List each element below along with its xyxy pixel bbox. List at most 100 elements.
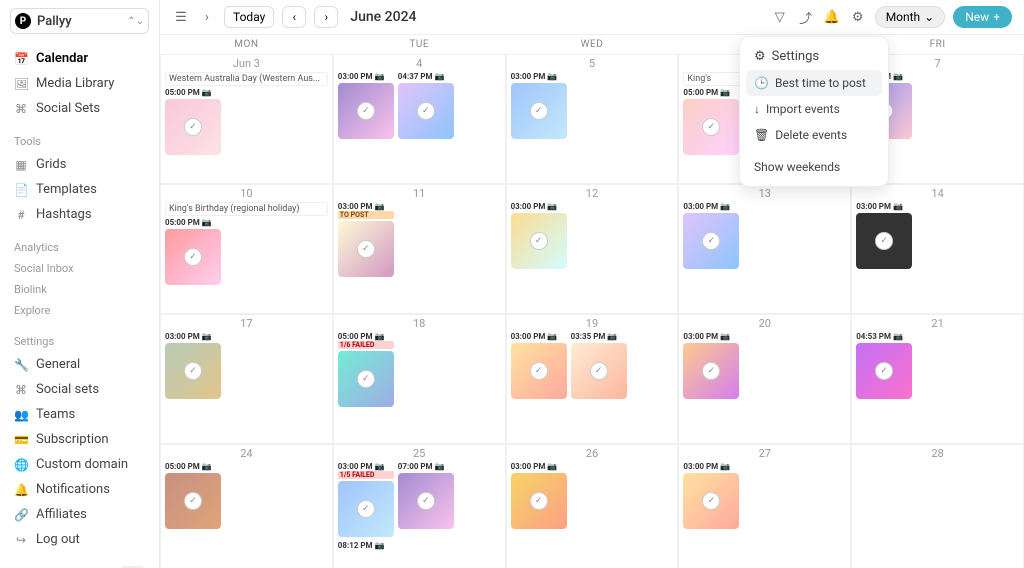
scheduled-post[interactable]: 03:35 PM📷 xyxy=(571,332,627,399)
instagram-icon: 📷 xyxy=(547,72,557,81)
calendar-cell[interactable]: 403:00 PM📷04:37 PM📷 xyxy=(333,54,506,184)
sidebar-item-label: Biolink xyxy=(14,283,47,296)
workspace-switcher[interactable]: P Pallyy ⌃⌄ xyxy=(10,8,149,34)
popover-item-icon: 🕒 xyxy=(754,76,769,90)
sidebar: P Pallyy ⌃⌄ 📅Calendar🖼Media Library⌘Soci… xyxy=(0,0,160,568)
scheduled-post[interactable]: 05:00 PM📷 xyxy=(683,88,739,155)
calendar-cell[interactable]: 2104:53 PM📷 xyxy=(851,314,1024,444)
calendar-grid: Jun 3Western Australia Day (Western Aus.… xyxy=(160,54,1024,568)
scheduled-post[interactable]: 03:00 PM📷 xyxy=(511,462,567,529)
sidebar-item-affiliates[interactable]: 🔗Affiliates xyxy=(10,502,149,527)
today-button[interactable]: Today xyxy=(224,6,274,28)
sidebar-item-social-sets[interactable]: ⌘Social sets xyxy=(10,377,149,402)
gear-icon[interactable]: ⚙ xyxy=(849,10,867,25)
popover-show-weekends[interactable]: Show weekends xyxy=(746,154,882,180)
sidebar-toggle-icon[interactable]: ☰ xyxy=(172,10,190,25)
subscription-icon: 💳 xyxy=(14,433,28,447)
scheduled-post[interactable]: 03:00 PM📷 xyxy=(856,202,912,269)
sidebar-item-grids[interactable]: ▦Grids xyxy=(10,152,149,177)
scheduled-post[interactable]: 04:53 PM📷 xyxy=(856,332,912,399)
share-icon[interactable]: ⤴ xyxy=(797,8,815,27)
view-switcher[interactable]: Month⌄ xyxy=(875,6,946,28)
post-thumbnail xyxy=(571,343,627,399)
sidebar-item-analytics[interactable]: Analytics xyxy=(10,237,149,258)
post-time: 03:00 PM📷 xyxy=(683,332,739,341)
scheduled-post[interactable]: 03:00 PM📷1/5 FAILED xyxy=(338,462,394,537)
sidebar-item-social-inbox[interactable]: Social Inbox xyxy=(10,258,149,279)
scheduled-post[interactable]: 03:00 PM📷TO POST xyxy=(338,202,394,277)
calendar-cell[interactable]: 2503:00 PM📷1/5 FAILED07:00 PM📷08:12 PM📷 xyxy=(333,444,506,568)
new-button[interactable]: New+ xyxy=(953,6,1012,28)
calendar-cell[interactable]: 1403:00 PM📷 xyxy=(851,184,1024,314)
popover-item-best-time-to-post[interactable]: 🕒Best time to post xyxy=(746,70,882,96)
calendar-cell[interactable]: 20 03:00 PM📷 xyxy=(678,314,851,444)
scheduled-post[interactable]: 03:00 PM📷 xyxy=(683,202,739,269)
sidebar-item-hashtags[interactable]: #Hashtags xyxy=(10,202,149,227)
popover-item-label: Import events xyxy=(766,102,840,116)
day-label: WED xyxy=(506,35,679,54)
scheduled-post[interactable]: 08:12 PM📷 xyxy=(338,541,394,550)
sidebar-item-biolink[interactable]: Biolink xyxy=(10,279,149,300)
sidebar-item-templates[interactable]: 📄Templates xyxy=(10,177,149,202)
sidebar-item-social-sets[interactable]: ⌘Social Sets xyxy=(10,96,149,121)
settings-popover: ⚙Settings 🕒Best time to post↓Import even… xyxy=(739,36,889,187)
scheduled-post[interactable]: 05:00 PM📷1/6 FAILED xyxy=(338,332,394,407)
next-button[interactable]: › xyxy=(314,6,338,28)
popover-item-import-events[interactable]: ↓Import events xyxy=(746,96,882,122)
scheduled-post[interactable]: 05:00 PM📷 xyxy=(165,88,221,155)
calendar-cell[interactable]: 503:00 PM📷 xyxy=(506,54,679,184)
sidebar-item-log-out[interactable]: ↪Log out xyxy=(10,527,149,552)
scheduled-post[interactable]: 03:00 PM📷 xyxy=(338,72,394,139)
sidebar-item-label: Social Sets xyxy=(36,101,100,116)
instagram-icon: 📷 xyxy=(375,541,385,550)
notifications-footer[interactable]: Notifications 88 xyxy=(10,562,149,568)
post-time: 03:00 PM📷 xyxy=(511,332,567,341)
scheduled-post[interactable]: 03:00 PM📷 xyxy=(511,332,567,399)
calendar-cell[interactable]: 2405:00 PM📷 xyxy=(160,444,333,568)
prev-button[interactable]: ‹ xyxy=(282,6,306,28)
popover-item-delete-events[interactable]: 🗑Delete events xyxy=(746,122,882,148)
chevron-right-icon[interactable]: › xyxy=(198,10,216,25)
post-time: 03:00 PM📷 xyxy=(683,202,739,211)
sidebar-item-general[interactable]: 🔧General xyxy=(10,352,149,377)
calendar-cell[interactable]: Jun 3Western Australia Day (Western Aus.… xyxy=(160,54,333,184)
calendar-cell[interactable]: 10King's Birthday (regional holiday)05:0… xyxy=(160,184,333,314)
instagram-icon: 📷 xyxy=(547,462,557,471)
calendar-cell[interactable]: 2703:00 PM📷 xyxy=(678,444,851,568)
calendar-cell[interactable]: 28 xyxy=(851,444,1024,568)
scheduled-post[interactable]: 03:00 PM📷 xyxy=(511,72,567,139)
scheduled-post[interactable]: 05:00 PM📷 xyxy=(165,462,221,529)
scheduled-post[interactable]: 03:00 PM📷 xyxy=(683,462,739,529)
sidebar-item-notifications[interactable]: 🔔Notifications xyxy=(10,477,149,502)
sidebar-item-subscription[interactable]: 💳Subscription xyxy=(10,427,149,452)
sidebar-item-media-library[interactable]: 🖼Media Library xyxy=(10,71,149,96)
calendar-cell[interactable]: 1903:00 PM📷03:35 PM📷 xyxy=(506,314,679,444)
instagram-icon: 📷 xyxy=(547,332,557,341)
sidebar-item-label: Notifications xyxy=(36,482,110,497)
post-thumbnail xyxy=(511,343,567,399)
scheduled-post[interactable]: 07:00 PM📷 xyxy=(398,462,454,537)
scheduled-post[interactable]: 05:00 PM📷 xyxy=(165,218,221,285)
sidebar-item-teams[interactable]: 👥Teams xyxy=(10,402,149,427)
post-time: 05:00 PM📷 xyxy=(165,218,221,227)
filter-icon[interactable]: ▽ xyxy=(771,10,789,25)
calendar-cell[interactable]: 2603:00 PM📷 xyxy=(506,444,679,568)
calendar-cell[interactable]: 1203:00 PM📷 xyxy=(506,184,679,314)
popover-title: ⚙Settings xyxy=(746,43,882,70)
calendar-cell[interactable]: 1303:00 PM📷 xyxy=(678,184,851,314)
affiliates-icon: 🔗 xyxy=(14,508,28,522)
scheduled-post[interactable]: 03:00 PM📷 xyxy=(165,332,221,399)
scheduled-post[interactable]: 03:00 PM📷 xyxy=(511,202,567,269)
scheduled-post[interactable]: 03:00 PM📷 xyxy=(683,332,739,399)
instagram-icon: 📷 xyxy=(720,202,730,211)
calendar-cell[interactable]: 1805:00 PM📷1/6 FAILED xyxy=(333,314,506,444)
scheduled-post[interactable]: 04:37 PM📷 xyxy=(398,72,454,139)
bell-icon[interactable]: 🔔 xyxy=(823,10,841,25)
calendar-cell[interactable]: 1103:00 PM📷TO POST xyxy=(333,184,506,314)
day-number: 20 xyxy=(683,317,846,330)
sidebar-item-calendar[interactable]: 📅Calendar xyxy=(10,46,149,71)
sidebar-item-explore[interactable]: Explore xyxy=(10,300,149,321)
sidebar-item-custom-domain[interactable]: 🌐Custom domain xyxy=(10,452,149,477)
calendar-cell[interactable]: 1703:00 PM📷 xyxy=(160,314,333,444)
social-sets-icon: ⌘ xyxy=(14,383,28,397)
